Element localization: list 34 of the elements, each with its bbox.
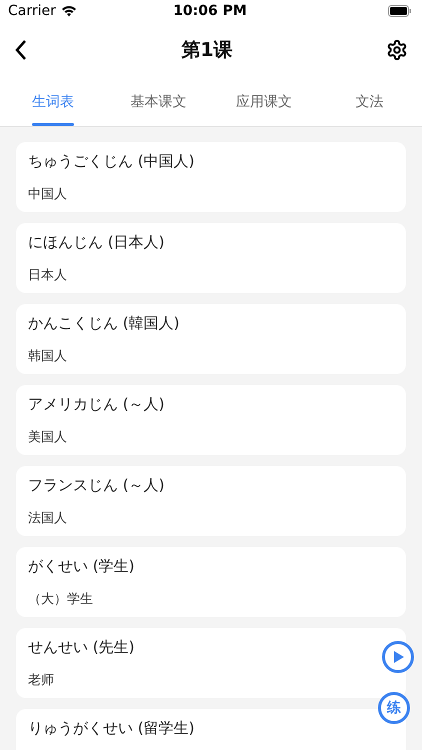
page-title: 第1课	[181, 38, 233, 63]
word-card[interactable]: にほんじん (日本人) 日本人	[16, 223, 406, 293]
word-card[interactable]: フランスじん (～人) 法国人	[16, 466, 406, 536]
word-meaning: 日本人	[28, 267, 68, 284]
word-meaning: 法国人	[28, 510, 68, 527]
word-meaning: 美国人	[28, 429, 68, 446]
word-card[interactable]: アメリカじん (～人) 美国人	[16, 385, 406, 455]
back-icon[interactable]	[14, 39, 28, 61]
word-reading: がくせい (学生)	[28, 557, 136, 576]
word-card[interactable]: せんせい (先生) 老师	[16, 628, 406, 698]
word-meaning: 老师	[28, 672, 55, 689]
word-meaning: 中国人	[28, 186, 68, 203]
play-icon	[391, 650, 405, 664]
battery-icon	[388, 5, 412, 17]
word-reading: アメリカじん (～人)	[28, 395, 166, 414]
settings-icon[interactable]	[386, 39, 408, 61]
word-card[interactable]: ちゅうごくじん (中国人) 中国人	[16, 142, 406, 212]
clock-time: 10:06 PM	[173, 3, 247, 19]
tab[interactable]: 基本课文	[106, 78, 211, 126]
tab[interactable]: 文法	[316, 78, 422, 126]
word-reading: にほんじん (日本人)	[28, 233, 166, 252]
word-card[interactable]: がくせい (学生) （大）学生	[16, 547, 406, 617]
tab[interactable]: 生词表	[0, 78, 106, 126]
word-reading: かんこくじん (韓国人)	[28, 314, 180, 333]
word-meaning: 韩国人	[28, 348, 68, 365]
wifi-icon	[60, 5, 77, 17]
word-card[interactable]: かんこくじん (韓国人) 韩国人	[16, 304, 406, 374]
word-reading: ちゅうごくじん (中国人)	[28, 152, 196, 171]
word-reading: せんせい (先生)	[28, 638, 136, 657]
word-reading: フランスじん (～人)	[28, 476, 166, 495]
word-meaning: （大）学生	[28, 591, 94, 608]
carrier-label: Carrier	[8, 3, 56, 19]
word-reading: りゅうがくせい (留学生)	[28, 719, 196, 738]
tab[interactable]: 应用课文	[211, 78, 316, 126]
